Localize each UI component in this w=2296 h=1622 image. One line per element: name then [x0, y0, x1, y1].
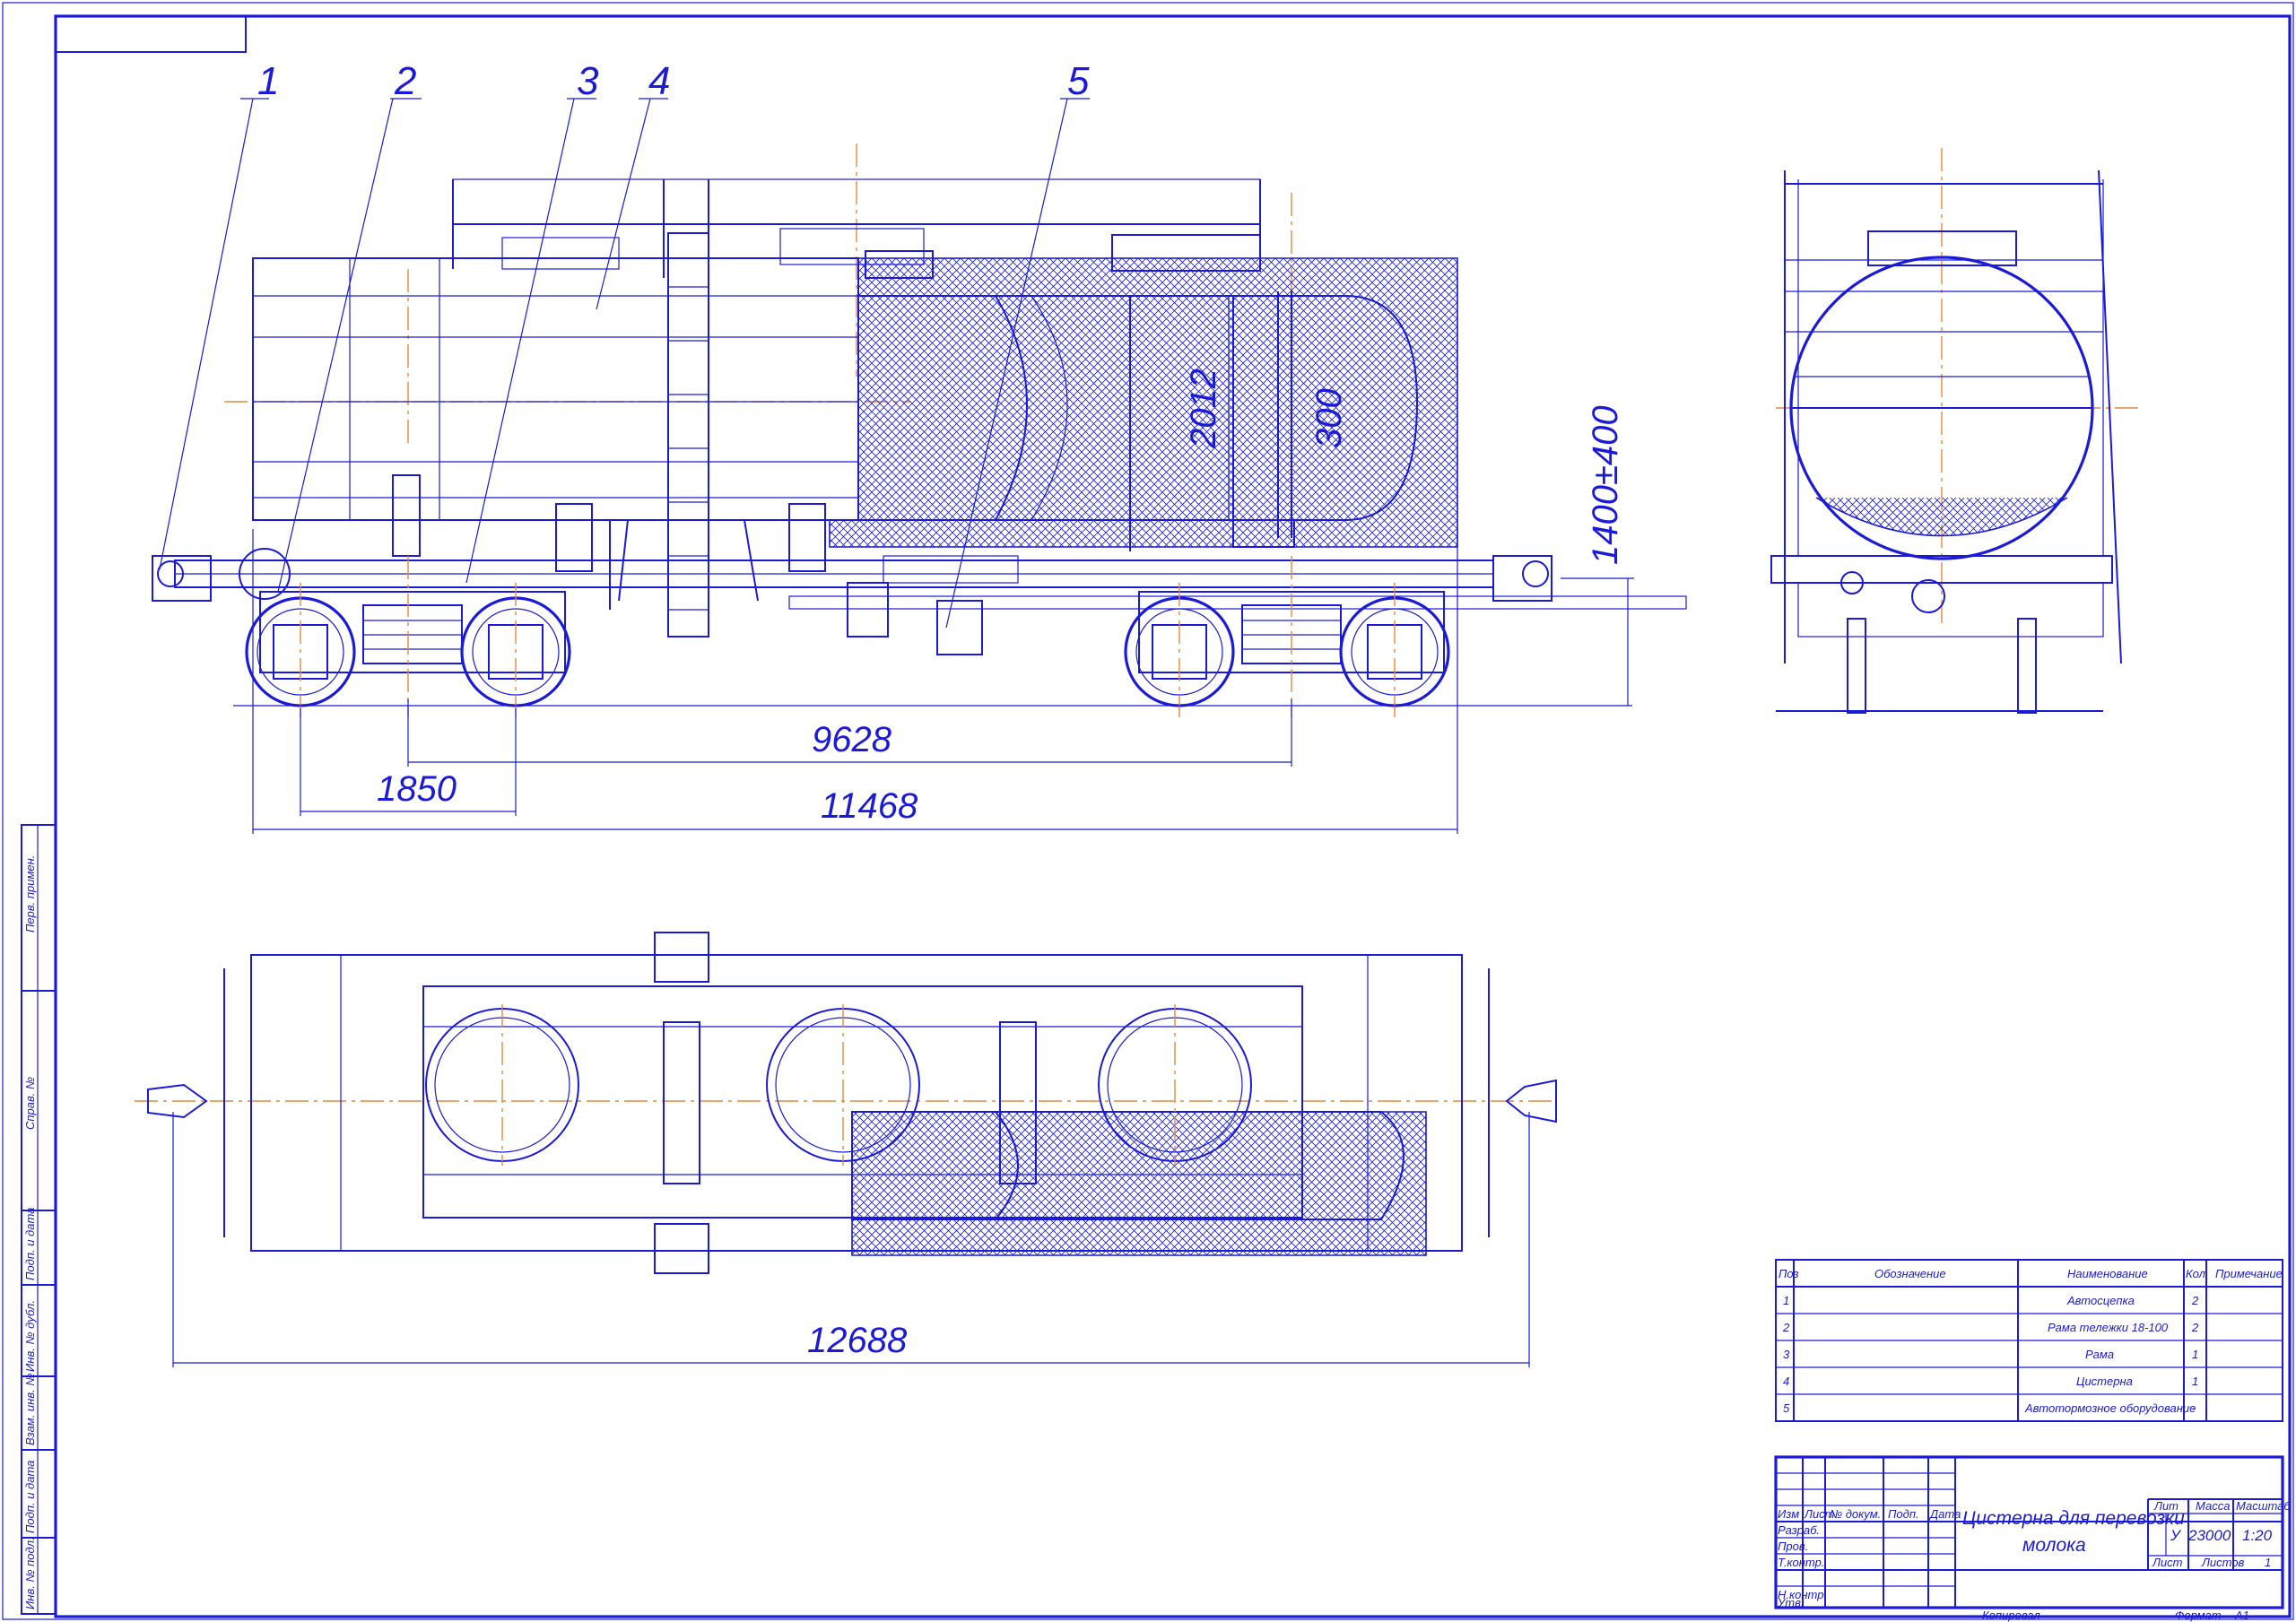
tb-masshtab-value: 1:20	[2242, 1527, 2273, 1544]
right-bogie	[1124, 556, 1450, 717]
dim-height: 1400±400	[1586, 405, 1625, 565]
title-block: Изм Лист № докум. Подп. Дата Разраб. Про…	[1774, 1455, 2291, 1622]
position-5: 5	[1067, 59, 1090, 103]
spec-row-5-name: Автотормозное оборудование	[2024, 1401, 2196, 1415]
spec-header-qty: Кол	[2186, 1267, 2206, 1280]
spec-row-5-qty: -	[2192, 1401, 2196, 1415]
tb-lit-label: Лит	[2153, 1499, 2179, 1513]
tb-title-line2: молока	[2022, 1535, 2086, 1556]
stamp-inv-podl: Инв. № подл.	[23, 1537, 37, 1609]
tb-title-line1: Цистерна для перевозки	[1962, 1508, 2185, 1529]
position-1: 1	[257, 59, 279, 103]
stamp-vzam-inv: Взам. инв. №	[23, 1374, 37, 1445]
spec-row-3-qty: 1	[2192, 1348, 2198, 1361]
stamp-inv-dubl: Инв. № дубл.	[23, 1300, 37, 1372]
drawing-sheet: Перв. примен. Справ. № Подп. и дата Инв.…	[2, 2, 2294, 1622]
tb-col-sign: Подп.	[1888, 1507, 1919, 1521]
tb-col-izm: Изм	[1778, 1507, 1799, 1521]
tb-lit-value: У	[2170, 1527, 2182, 1544]
tb-row-utv: Утв.	[1777, 1596, 1805, 1609]
position-3: 3	[577, 59, 599, 103]
stamp-perv-primen: Перв. примен.	[23, 855, 37, 932]
tb-massa-label: Масса	[2196, 1499, 2230, 1513]
tb-massa-value: 23000	[2187, 1527, 2231, 1544]
spec-row-4-name: Цистерна	[2076, 1375, 2133, 1388]
tb-row-tkontr: Т.контр.	[1778, 1556, 1824, 1569]
stamp-podp-data-1: Подп. и дата	[23, 1208, 37, 1280]
tb-col-date: Дата	[1928, 1507, 1961, 1521]
spec-row-3-name: Рама	[2085, 1348, 2114, 1361]
spec-row-4-qty: 1	[2192, 1375, 2198, 1388]
spec-table: Поз Обозначение Наименование Кол Примеча…	[1775, 1259, 2283, 1422]
tb-format-value: А1	[2234, 1609, 2249, 1622]
spec-row-1-pos: 1	[1783, 1294, 1789, 1307]
tb-listov-value: 1	[2265, 1556, 2271, 1569]
spec-row-5-pos: 5	[1783, 1401, 1790, 1415]
spec-row-4-pos: 4	[1783, 1375, 1789, 1388]
left-bogie	[245, 556, 571, 717]
spec-row-2-name: Рама тележки 18-100	[2048, 1321, 2169, 1334]
spec-row-1-name: Автосцепка	[2066, 1294, 2135, 1307]
spec-row-1-qty: 2	[2191, 1294, 2199, 1307]
tb-list-label: Лист	[2152, 1556, 2183, 1569]
spec-row-2-qty: 2	[2191, 1321, 2199, 1334]
spec-row-3-pos: 3	[1783, 1348, 1790, 1361]
plan-view: 12688	[135, 932, 1557, 1367]
stamp-podp-data-2: Подп. и дата	[23, 1461, 37, 1533]
spec-row-2-pos: 2	[1782, 1321, 1790, 1334]
position-2: 2	[394, 59, 416, 103]
tb-listov-label: Листов	[2201, 1556, 2245, 1569]
spec-header-pos: Поз	[1779, 1267, 1799, 1280]
dim-1850: 1850	[377, 769, 457, 809]
spec-header-name: Наименование	[2067, 1267, 2148, 1280]
tb-row-razrab: Разраб.	[1778, 1523, 1820, 1537]
side-view: 1 2 3 4 5 9628 1850 11468 2012 300 1400±…	[152, 59, 1687, 834]
spec-header-note: Примечание	[2215, 1267, 2283, 1280]
dim-12688: 12688	[807, 1321, 908, 1360]
tb-masshtab-label: Масштаб	[2236, 1499, 2291, 1513]
tb-col-doc: № докум.	[1830, 1507, 1881, 1521]
spec-header-designation: Обозначение	[1874, 1267, 1946, 1280]
stamp-sprav: Справ. №	[23, 1077, 37, 1130]
end-view	[1770, 148, 2139, 714]
dim-9628: 9628	[812, 720, 892, 759]
tb-format-label: Формат	[2175, 1609, 2222, 1622]
dim-11468: 11468	[821, 786, 918, 826]
dim-300: 300	[1309, 388, 1349, 448]
tb-kopiroval: Копировал	[1982, 1609, 2040, 1622]
dim-2012: 2012	[1184, 369, 1223, 449]
side-stamp: Перв. примен. Справ. № Подп. и дата Инв.…	[21, 824, 57, 1615]
tb-row-prov: Пров.	[1778, 1540, 1808, 1553]
position-4: 4	[648, 59, 670, 103]
